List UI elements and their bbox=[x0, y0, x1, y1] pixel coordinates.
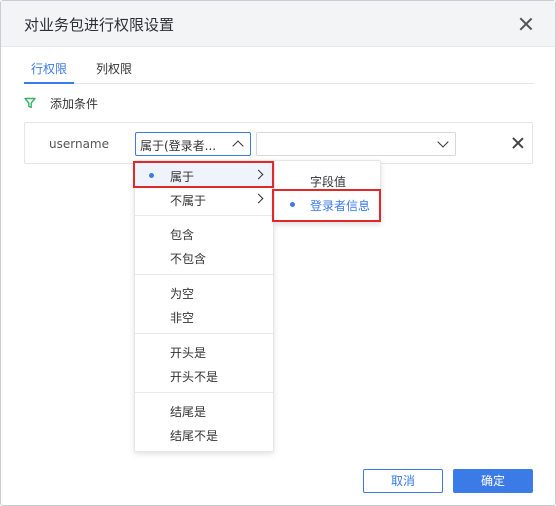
chevron-right-icon bbox=[253, 193, 264, 204]
menu-item-not-contains[interactable]: 不包含 bbox=[135, 245, 273, 269]
menu-item-contains[interactable]: 包含 bbox=[135, 221, 273, 245]
highlight-box bbox=[272, 189, 381, 222]
menu-item-label: 包含 bbox=[170, 228, 195, 242]
menu-item-label: 不包含 bbox=[170, 252, 207, 266]
menu-item-label: 为空 bbox=[170, 287, 195, 301]
funnel-icon bbox=[24, 97, 36, 109]
menu-item-starts-with[interactable]: 开头是 bbox=[135, 339, 273, 363]
menu-item-label: 开头是 bbox=[170, 346, 207, 360]
menu-item-label: 结尾是 bbox=[170, 405, 207, 419]
chevron-down-icon bbox=[437, 136, 449, 148]
menu-item-label: 结尾不是 bbox=[170, 429, 219, 443]
menu-divider bbox=[135, 215, 273, 216]
menu-item-not-ends-with[interactable]: 结尾不是 bbox=[135, 422, 273, 446]
menu-divider bbox=[135, 274, 273, 275]
add-condition-label: 添加条件 bbox=[50, 97, 99, 111]
menu-divider bbox=[135, 392, 273, 393]
condition-field-name: username bbox=[49, 137, 109, 151]
dialog-title: 对业务包进行权限设置 bbox=[24, 16, 175, 34]
operator-menu: 属于 不属于 包含 不包含 为空 非空 开头是 开头不是 结尾是 结尾不是 bbox=[134, 160, 274, 452]
delete-condition-icon[interactable] bbox=[511, 136, 525, 150]
cancel-button[interactable]: 取消 bbox=[363, 469, 443, 493]
tab-column-permission[interactable]: 列权限 bbox=[96, 61, 132, 84]
dialog-header: 对业务包进行权限设置 bbox=[1, 1, 555, 47]
submenu-item-label: 字段值 bbox=[310, 175, 347, 189]
menu-divider bbox=[135, 333, 273, 334]
highlight-box bbox=[133, 161, 274, 188]
close-icon[interactable] bbox=[517, 15, 535, 33]
operator-select-value: 属于(登录者... bbox=[140, 139, 217, 153]
menu-item-label: 不属于 bbox=[170, 194, 207, 208]
condition-row: username 属于(登录者... bbox=[24, 122, 533, 164]
menu-item-is-empty[interactable]: 为空 bbox=[135, 280, 273, 304]
tab-row-permission[interactable]: 行权限 bbox=[24, 61, 74, 84]
menu-item-not-belongs-to[interactable]: 不属于 bbox=[135, 187, 273, 211]
menu-item-label: 非空 bbox=[170, 311, 195, 325]
tab-bar: 行权限 列权限 bbox=[24, 61, 534, 84]
confirm-button[interactable]: 确定 bbox=[453, 469, 533, 493]
value-select[interactable] bbox=[256, 132, 456, 156]
operator-select[interactable]: 属于(登录者... bbox=[135, 132, 251, 156]
menu-item-ends-with[interactable]: 结尾是 bbox=[135, 398, 273, 422]
menu-item-not-empty[interactable]: 非空 bbox=[135, 304, 273, 328]
chevron-up-icon bbox=[232, 140, 244, 152]
menu-item-not-starts-with[interactable]: 开头不是 bbox=[135, 363, 273, 387]
menu-item-label: 开头不是 bbox=[170, 370, 219, 384]
permission-dialog: 对业务包进行权限设置 行权限 列权限 添加条件 username 属于(登录者.… bbox=[0, 0, 556, 506]
